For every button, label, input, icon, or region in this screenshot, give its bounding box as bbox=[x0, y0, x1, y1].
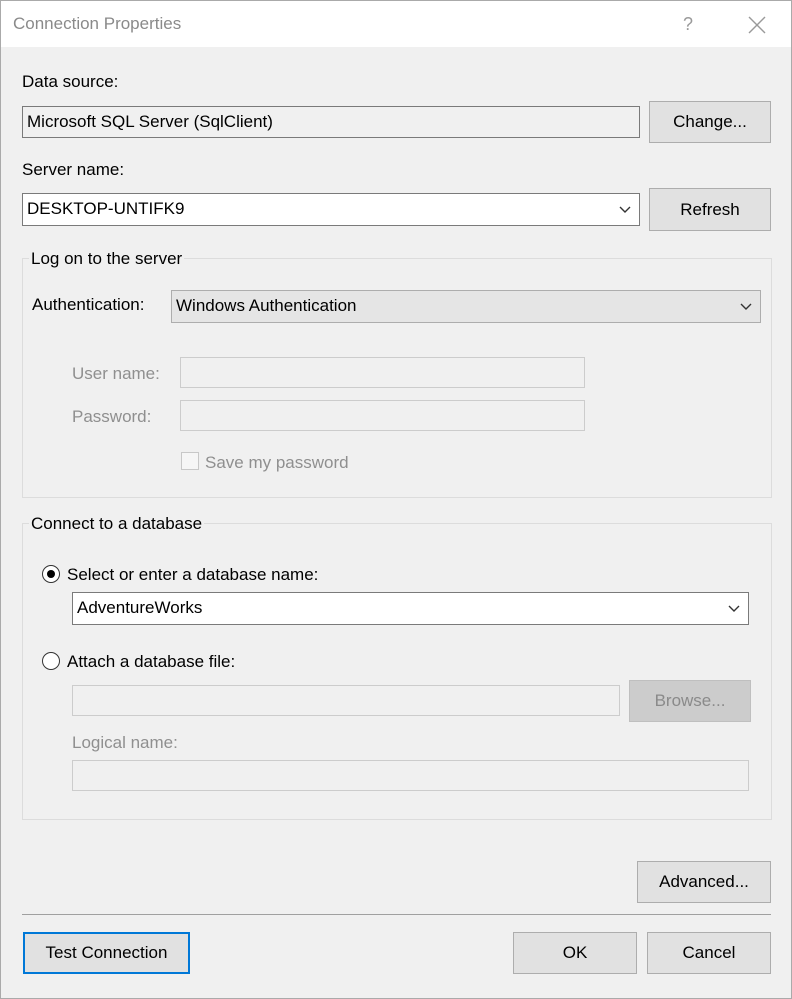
user-name-field[interactable] bbox=[180, 357, 585, 388]
attach-file-field[interactable] bbox=[72, 685, 620, 716]
browse-button[interactable]: Browse... bbox=[629, 680, 751, 722]
user-name-label: User name: bbox=[72, 364, 160, 383]
chevron-down-icon[interactable] bbox=[728, 593, 740, 624]
authentication-label: Authentication: bbox=[32, 295, 145, 314]
attach-database-radio[interactable] bbox=[42, 652, 60, 670]
footer-divider bbox=[22, 914, 771, 915]
logical-name-label: Logical name: bbox=[72, 733, 178, 752]
database-name-combobox[interactable]: AdventureWorks bbox=[72, 592, 749, 625]
close-button[interactable] bbox=[739, 7, 775, 41]
test-connection-button[interactable]: Test Connection bbox=[23, 932, 190, 974]
help-button[interactable]: ? bbox=[673, 7, 703, 41]
cancel-button[interactable]: Cancel bbox=[647, 932, 771, 974]
server-name-label: Server name: bbox=[22, 160, 125, 179]
save-password-label: Save my password bbox=[205, 453, 349, 472]
database-group-title: Connect to a database bbox=[29, 514, 205, 534]
password-label: Password: bbox=[72, 407, 152, 426]
advanced-button[interactable]: Advanced... bbox=[637, 861, 771, 903]
help-icon: ? bbox=[682, 14, 693, 34]
refresh-button[interactable]: Refresh bbox=[649, 188, 771, 231]
attach-database-label[interactable]: Attach a database file: bbox=[67, 652, 235, 672]
data-source-label: Data source: bbox=[22, 72, 119, 91]
save-password-checkbox[interactable] bbox=[181, 452, 199, 470]
chevron-down-icon[interactable] bbox=[740, 291, 752, 322]
authentication-value: Windows Authentication bbox=[176, 296, 357, 315]
change-button[interactable]: Change... bbox=[649, 101, 771, 143]
logical-name-field[interactable] bbox=[72, 760, 749, 791]
chevron-down-icon[interactable] bbox=[619, 194, 631, 225]
radio-selected-dot bbox=[47, 570, 55, 578]
select-database-radio[interactable] bbox=[42, 565, 60, 583]
database-name-value: AdventureWorks bbox=[77, 598, 203, 617]
data-source-field: Microsoft SQL Server (SqlClient) bbox=[22, 106, 640, 138]
authentication-combobox[interactable]: Windows Authentication bbox=[171, 290, 761, 323]
password-field[interactable] bbox=[180, 400, 585, 431]
select-database-label[interactable]: Select or enter a database name: bbox=[67, 565, 318, 585]
ok-button[interactable]: OK bbox=[513, 932, 637, 974]
server-name-value: DESKTOP-UNTIFK9 bbox=[27, 199, 185, 218]
server-name-combobox[interactable]: DESKTOP-UNTIFK9 bbox=[22, 193, 640, 226]
title-bar: Connection Properties ? bbox=[1, 1, 791, 47]
connection-properties-dialog: Connection Properties ? Data source: Mic… bbox=[0, 0, 792, 999]
close-icon bbox=[748, 16, 766, 34]
dialog-title: Connection Properties bbox=[13, 14, 182, 33]
logon-group-title: Log on to the server bbox=[29, 249, 185, 269]
